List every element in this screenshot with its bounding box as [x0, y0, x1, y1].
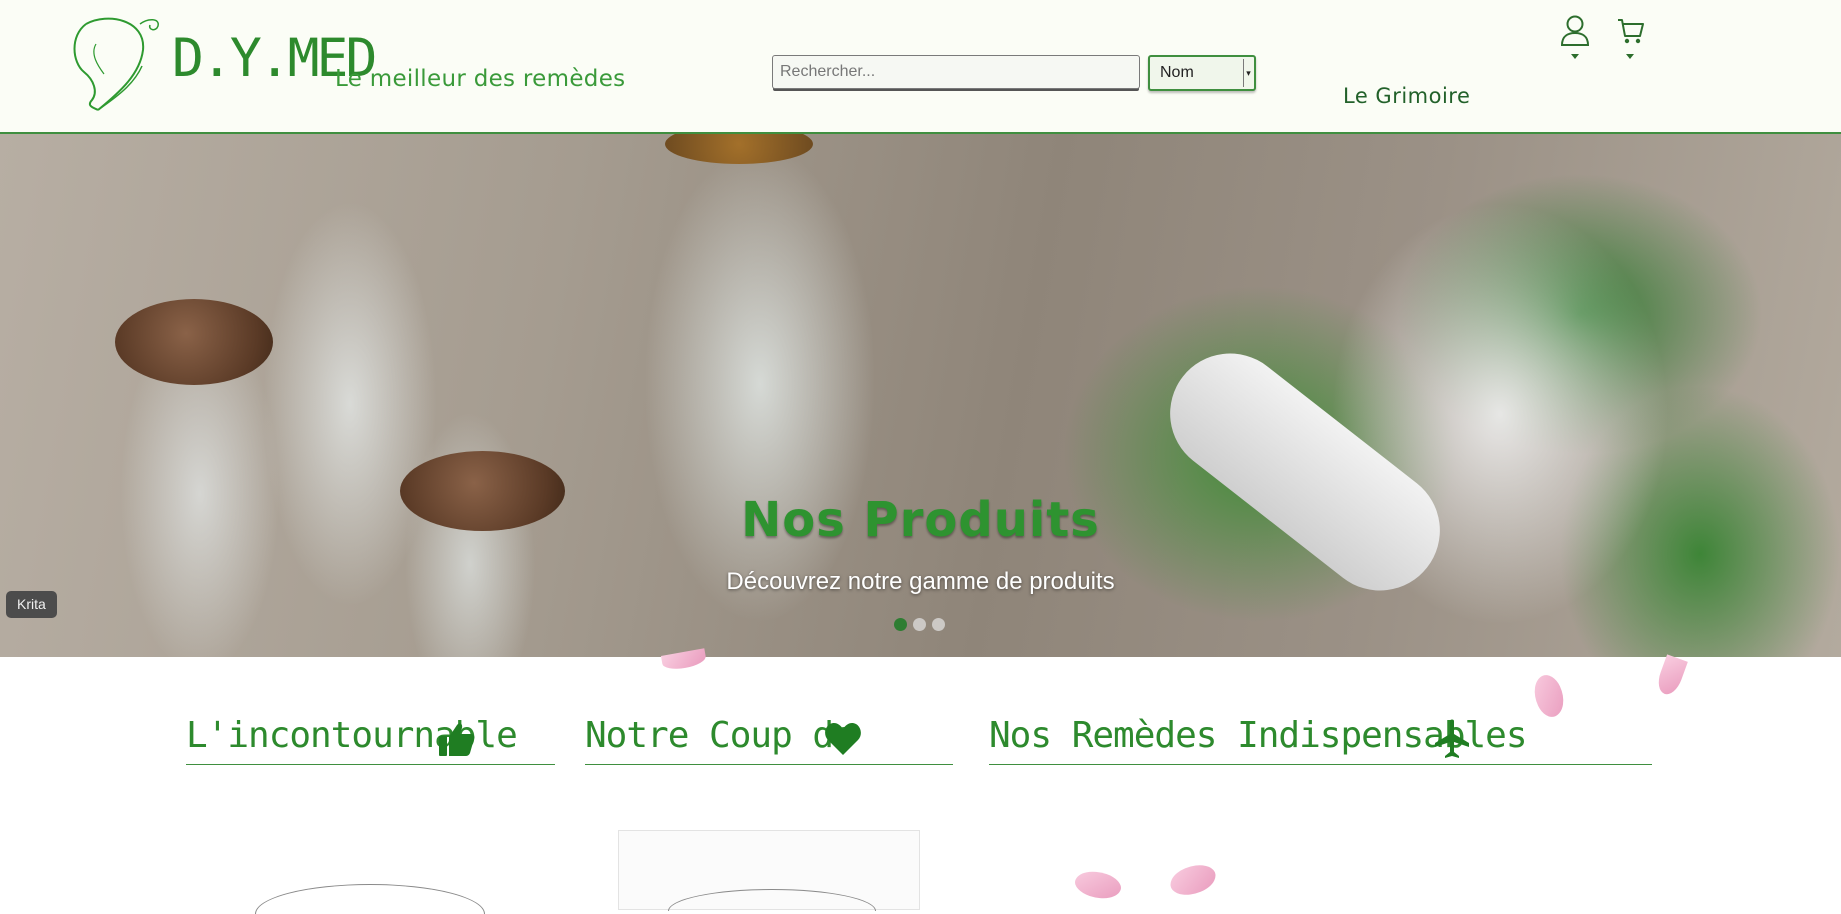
hero-image-cork [115, 299, 273, 385]
hero-title: Nos Produits [741, 492, 1100, 548]
cart-menu-button[interactable] [1615, 14, 1645, 64]
section-heading-coup-de-coeur: Notre Coup de [585, 707, 953, 765]
image-credit-badge: Krita [6, 591, 57, 618]
caret-down-icon [1571, 54, 1579, 59]
carousel-indicators [894, 618, 945, 632]
carousel-dot[interactable] [932, 618, 945, 631]
account-menu-button[interactable] [1560, 14, 1590, 64]
hero-image-cork [665, 134, 813, 164]
section-heading-incontournable: L'incontournable [186, 707, 555, 765]
caret-down-icon [1626, 54, 1634, 59]
grimoire-link[interactable]: Le Grimoire [1343, 84, 1470, 108]
carousel-dot[interactable] [894, 618, 907, 631]
hero-subtitle: Découvrez notre gamme de produits [726, 568, 1115, 595]
falling-petal-decoration [1168, 862, 1218, 898]
section-title: Notre Coup de [585, 715, 855, 756]
chevron-down-icon: ▾ [1243, 59, 1253, 87]
brand-tagline: Le meilleur des remèdes [335, 66, 626, 92]
site-header: D.Y.MED Le meilleur des remèdes Nom ▾ Le… [0, 0, 1841, 134]
falling-petal-decoration [1654, 654, 1688, 698]
thumbs-up-icon [439, 723, 475, 756]
logo-leaf-icon[interactable] [68, 14, 168, 116]
search-input[interactable] [772, 55, 1140, 89]
user-icon [1560, 15, 1590, 46]
product-image-bowl[interactable] [255, 884, 485, 914]
sort-selected-value: Nom [1160, 64, 1194, 81]
carousel-dot[interactable] [913, 618, 926, 631]
heart-icon [825, 723, 861, 755]
airplane-icon [1435, 719, 1469, 758]
falling-petal-decoration [1072, 865, 1124, 905]
shopping-cart-icon [1618, 19, 1644, 44]
sort-select[interactable]: Nom ▾ [1148, 55, 1256, 91]
hero-carousel[interactable]: Nos Produits Découvrez notre gamme de pr… [0, 134, 1841, 657]
